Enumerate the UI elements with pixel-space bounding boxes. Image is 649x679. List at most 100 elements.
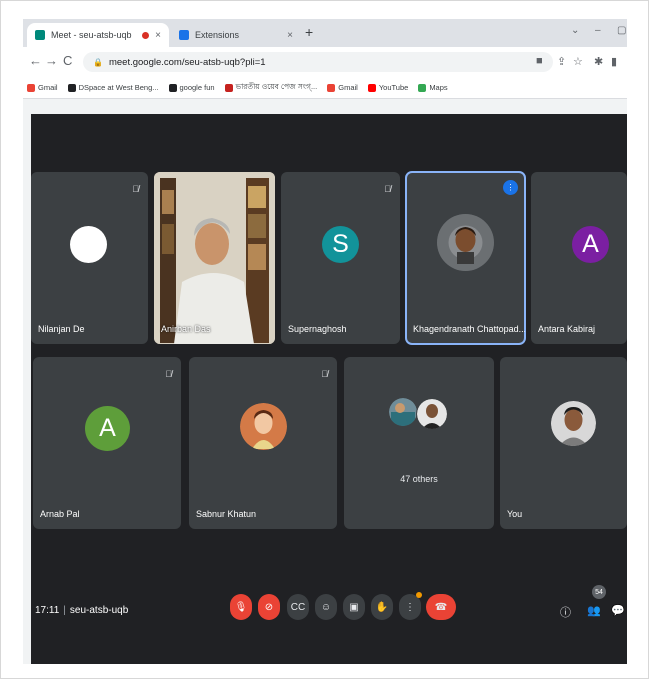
new-tab-button[interactable]: + bbox=[305, 24, 313, 40]
others-tile[interactable]: 47 others bbox=[344, 357, 494, 529]
bookmark-label: Gmail bbox=[338, 83, 358, 92]
mic-off-icon: 🎙̸ bbox=[165, 369, 172, 379]
participant-name: Nilanjan De bbox=[38, 324, 85, 334]
bookmark-label: DSpace at West Beng... bbox=[78, 83, 159, 92]
bookmark-item[interactable]: Gmail bbox=[327, 83, 358, 92]
mic-off-icon: 🎙̸ bbox=[132, 184, 139, 194]
star-icon[interactable]: ☆ bbox=[573, 55, 583, 68]
participant-count-badge: 54 bbox=[592, 585, 606, 599]
bookmark-favicon-icon bbox=[367, 83, 376, 92]
tab-meet[interactable]: Meet - seu-atsb-uqb × bbox=[27, 23, 169, 47]
lock-icon: 🔒 bbox=[93, 57, 103, 67]
puzzle-icon bbox=[179, 30, 189, 40]
share-icon[interactable]: ⇪ bbox=[557, 55, 566, 68]
others-avatar-1 bbox=[389, 398, 417, 426]
separator: | bbox=[63, 605, 66, 616]
others-avatar-2 bbox=[416, 398, 448, 430]
bookmark-label: Maps bbox=[429, 83, 448, 92]
bookmark-favicon-icon bbox=[27, 83, 35, 92]
mic-toggle-button[interactable]: 🎙 bbox=[230, 594, 252, 620]
tab-close-icon[interactable]: × bbox=[287, 30, 293, 41]
bookmark-label: ভারতীয় ওয়েব পেজ সংগ্... bbox=[235, 81, 318, 91]
avatar-khagendranath bbox=[437, 214, 494, 271]
mic-off-icon: 🎙̸ bbox=[321, 369, 328, 379]
emoji-button[interactable]: ☺ bbox=[315, 594, 337, 620]
participant-tile-supernaghosh[interactable]: 🎙̸ S Supernaghosh bbox=[281, 172, 400, 344]
tab-extensions[interactable]: Extensions × bbox=[171, 23, 301, 47]
avatar-sabnur bbox=[240, 403, 287, 450]
participant-tile-antara[interactable]: A Antara Kabiraj bbox=[531, 172, 627, 344]
participant-name: Khagendranath Chattopad... bbox=[413, 324, 525, 334]
bookmark-favicon-icon bbox=[327, 83, 336, 92]
participant-name: Antara Kabiraj bbox=[538, 324, 596, 334]
bookmark-item[interactable]: YouTube bbox=[367, 83, 409, 92]
meeting-info: 17:11 | seu-atsb-uqb bbox=[35, 605, 128, 616]
video-feed-image bbox=[154, 172, 275, 344]
minimize-icon[interactable]: – bbox=[595, 25, 601, 36]
participant-name: You bbox=[507, 509, 523, 519]
avatar-you bbox=[551, 401, 596, 446]
present-button[interactable]: ▣ bbox=[343, 594, 365, 620]
camera-toggle-button[interactable]: ⊘ bbox=[258, 594, 280, 620]
mic-off-icon: 🎙̸ bbox=[384, 184, 391, 194]
url-text: meet.google.com/seu-atsb-uqb?pli=1 bbox=[108, 56, 266, 68]
reload-button[interactable]: C bbox=[63, 53, 72, 68]
screenshot-frame: Meet - seu-atsb-uqb × Extensions × + ⌄ –… bbox=[0, 0, 649, 679]
browser-toolbar: ← → C 🔒 meet.google.com/seu-atsb-uqb?pli… bbox=[23, 47, 627, 77]
clock-time: 17:11 bbox=[35, 605, 60, 616]
bookmark-item[interactable]: ভারতীয় ওয়েব পেজ সংগ্... bbox=[224, 81, 318, 94]
bookmark-item[interactable]: Gmail bbox=[27, 83, 58, 92]
avatar-arnab: A bbox=[85, 406, 130, 451]
avatar-antara: A bbox=[572, 226, 609, 263]
people-icon[interactable]: 👥 bbox=[587, 604, 601, 617]
participant-name: Arnab Pal bbox=[40, 509, 80, 519]
participant-tile-anirban-video[interactable]: Anirban Das bbox=[154, 172, 275, 344]
bookmark-favicon-icon bbox=[168, 83, 177, 92]
info-icon[interactable]: ⓘ bbox=[560, 604, 571, 620]
browser-window: Meet - seu-atsb-uqb × Extensions × + ⌄ –… bbox=[23, 19, 627, 664]
participant-name: Anirban Das bbox=[161, 324, 211, 334]
participant-tile-arnab[interactable]: 🎙̸ A Arnab Pal bbox=[33, 357, 181, 529]
participant-tile-nilanjan[interactable]: 🎙̸ Nilanjan De bbox=[31, 172, 148, 344]
participant-tile-khagendranath[interactable]: ⋮ Khagendranath Chattopad... bbox=[405, 171, 526, 345]
bookmark-item[interactable]: google fun bbox=[168, 83, 215, 92]
avatar-nilanjan bbox=[70, 226, 107, 263]
tab-meet-label: Meet - seu-atsb-uqb bbox=[51, 30, 132, 40]
participant-name: Sabnur Khatun bbox=[196, 509, 257, 519]
bookmark-item[interactable]: DSpace at West Beng... bbox=[67, 83, 159, 92]
notification-dot bbox=[416, 592, 422, 598]
bookmark-label: google fun bbox=[179, 83, 215, 92]
bookmark-favicon-icon bbox=[418, 83, 427, 92]
leave-call-button[interactable]: ☎ bbox=[426, 594, 456, 620]
bookmarks-bar: Gmail DSpace at West Beng... google fun ভার… bbox=[23, 77, 627, 99]
meeting-code: seu-atsb-uqb bbox=[69, 605, 129, 616]
bookmark-item[interactable]: Maps bbox=[418, 83, 448, 92]
meet-call-area: 🎙̸ Nilanjan De Anirban Das 🎙̸ S Supernag… bbox=[31, 114, 627, 664]
camera-icon[interactable]: ■ bbox=[536, 55, 543, 67]
meeting-controls-bar: 17:11 | seu-atsb-uqb 🎙 ⊘ CC ☺ ▣ ✋ ⋮ ☎ ⓘ 54… bbox=[31, 584, 627, 644]
participant-name: Supernaghosh bbox=[288, 324, 347, 334]
captions-button[interactable]: CC bbox=[287, 594, 309, 620]
back-button[interactable]: ← bbox=[29, 53, 42, 68]
bookmark-favicon-icon bbox=[67, 83, 76, 92]
others-count: 47 others bbox=[400, 474, 438, 484]
sidebar-icon[interactable]: ▮ bbox=[611, 55, 617, 68]
restore-icon[interactable]: ▢ bbox=[617, 25, 626, 36]
forward-button[interactable]: → bbox=[45, 53, 58, 68]
tab-close-icon[interactable]: × bbox=[155, 30, 161, 41]
bookmark-label: Gmail bbox=[38, 83, 58, 92]
bookmark-label: YouTube bbox=[378, 83, 409, 92]
address-bar[interactable]: 🔒 meet.google.com/seu-atsb-uqb?pli=1 bbox=[83, 52, 553, 72]
recording-indicator-icon bbox=[142, 31, 150, 39]
participant-tile-you[interactable]: You bbox=[500, 357, 627, 529]
tab-extensions-label: Extensions bbox=[195, 30, 240, 40]
more-options-button[interactable]: ⋮ bbox=[399, 592, 422, 620]
chat-icon[interactable]: 💬 bbox=[611, 604, 625, 617]
bookmark-favicon-icon bbox=[224, 83, 233, 92]
raise-hand-button[interactable]: ✋ bbox=[371, 594, 393, 620]
participant-tile-sabnur[interactable]: 🎙̸ Sabnur Khatun bbox=[189, 357, 337, 529]
tab-bar: Meet - seu-atsb-uqb × Extensions × + ⌄ –… bbox=[23, 19, 627, 47]
chevron-down-icon[interactable]: ⌄ bbox=[571, 25, 579, 36]
speaking-indicator-icon: ⋮ bbox=[503, 180, 518, 195]
extensions-icon[interactable]: ✱ bbox=[594, 55, 603, 68]
